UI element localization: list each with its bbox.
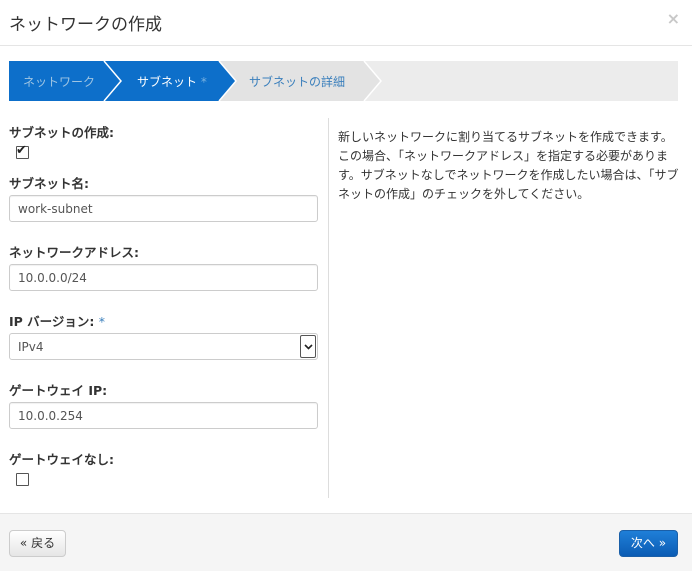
wizard-steps: ネットワーク サブネット * サブネットの詳細 xyxy=(9,61,678,101)
ip-version-select[interactable]: IPv4 xyxy=(9,333,318,360)
wizard-step-subnet-detail[interactable]: サブネットの詳細 xyxy=(249,73,345,90)
chevron-down-icon[interactable] xyxy=(300,335,316,358)
checkmark-icon: ✔ xyxy=(16,143,27,158)
ip-version-label: IP バージョン: * xyxy=(9,311,105,330)
wizard-step-label: サブネット xyxy=(137,75,198,89)
subnet-name-label: サブネット名: xyxy=(9,176,89,191)
network-address-label: ネットワークアドレス: xyxy=(9,245,139,260)
help-text: 新しいネットワークに割り当てるサブネットを作成できます。この場合、「ネットワーク… xyxy=(338,130,679,201)
subnet-name-input[interactable] xyxy=(9,195,318,222)
wizard-step-label: ネットワーク xyxy=(23,75,96,89)
gateway-ip-label: ゲートウェイ IP: xyxy=(9,383,108,398)
no-gateway-checkbox[interactable] xyxy=(16,473,29,486)
wizard-step-label: サブネットの詳細 xyxy=(249,75,346,89)
create-subnet-label: サブネットの作成: xyxy=(9,125,114,140)
network-address-input[interactable] xyxy=(9,264,318,291)
ip-version-value: IPv4 xyxy=(18,340,44,354)
modal-footer: « 戻る 次へ » xyxy=(0,513,692,571)
ip-version-label-text: IP バージョン: xyxy=(9,314,95,329)
no-gateway-label: ゲートウェイなし: xyxy=(9,452,114,467)
back-button[interactable]: « 戻る xyxy=(9,530,66,557)
wizard-step-subnet[interactable]: サブネット * xyxy=(137,73,207,90)
gateway-ip-input[interactable] xyxy=(9,402,318,429)
column-divider xyxy=(328,118,329,498)
close-icon[interactable]: × xyxy=(667,11,680,27)
required-mark: * xyxy=(200,75,207,89)
modal-header: ネットワークの作成 × xyxy=(0,0,692,46)
required-mark: * xyxy=(98,314,106,329)
modal-title: ネットワークの作成 xyxy=(9,15,162,35)
next-button[interactable]: 次へ » xyxy=(619,530,678,557)
create-subnet-checkbox[interactable]: ✔ xyxy=(16,143,29,159)
wizard-step-network[interactable]: ネットワーク xyxy=(23,73,95,90)
create-network-modal: ネットワークの作成 × ネットワーク サブネット * サブネットの詳細 サブネッ… xyxy=(0,0,692,571)
